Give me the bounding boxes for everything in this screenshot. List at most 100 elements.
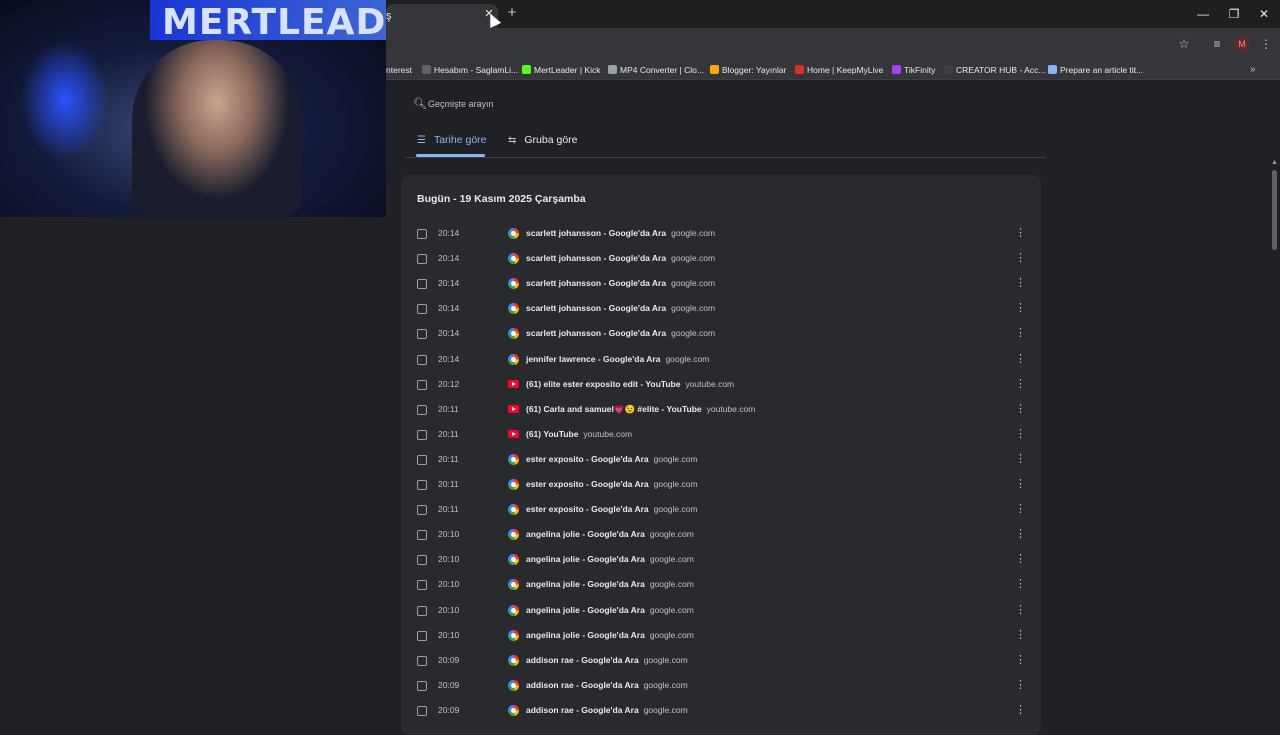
bookmark-item[interactable]: MertLeader | Kick [522,64,600,77]
row-menu-icon[interactable]: ⋮ [1015,276,1026,289]
row-checkbox[interactable] [417,254,427,265]
history-row[interactable]: 20:11 (61) Carla and samuel💗😉 #elite - Yo… [401,398,1041,423]
row-link[interactable]: addison rae - Google'da Ara google.com [526,655,688,665]
row-menu-icon[interactable]: ⋮ [1015,577,1026,590]
bookmark-item[interactable]: Hesabım - SaglamLi... [422,64,518,77]
row-checkbox[interactable] [417,505,427,516]
row-menu-icon[interactable]: ⋮ [1015,377,1026,390]
row-link[interactable]: scarlett johansson - Google'da Ara google… [526,253,715,263]
bookmark-item[interactable]: MP4 Converter | Clo... [608,64,704,77]
history-row[interactable]: 20:11 (61) YouTube youtube.com ⋮ [401,423,1041,448]
row-link[interactable]: scarlett johansson - Google'da Ara google… [526,228,715,238]
history-row[interactable]: 20:14 scarlett johansson - Google'da Ara g… [401,222,1041,247]
row-menu-icon[interactable]: ⋮ [1015,703,1026,716]
row-checkbox[interactable] [417,429,427,440]
row-link[interactable]: scarlett johansson - Google'da Ara google… [526,303,715,313]
row-checkbox[interactable] [417,354,427,365]
history-row[interactable]: 20:14 scarlett johansson - Google'da Ara g… [401,322,1041,347]
row-checkbox[interactable] [417,555,427,566]
row-link[interactable]: ester exposito - Google'da Ara google.com [526,504,698,514]
row-menu-icon[interactable]: ⋮ [1015,603,1026,616]
bookmark-item[interactable]: CREATOR HUB - Acc... [944,64,1045,77]
bookmarks-overflow-icon[interactable]: » [1250,64,1256,75]
history-row[interactable]: 20:12 (61) elite ester exposito edit - Yo… [401,373,1041,398]
row-checkbox[interactable] [417,680,427,691]
row-link[interactable]: angelina jolie - Google'da Ara google.com [526,579,694,589]
row-menu-icon[interactable]: ⋮ [1015,402,1026,415]
history-row[interactable]: 20:14 scarlett johansson - Google'da Ara g… [401,247,1041,272]
row-link[interactable]: (61) elite ester exposito edit - YouTube… [526,379,734,389]
row-menu-icon[interactable]: ⋮ [1015,477,1026,490]
row-checkbox[interactable] [417,304,427,315]
row-menu-icon[interactable]: ⋮ [1015,552,1026,565]
history-row[interactable]: 20:10 angelina jolie - Google'da Ara googl… [401,548,1041,573]
row-menu-icon[interactable]: ⋮ [1015,527,1026,540]
history-row[interactable]: 20:14 scarlett johansson - Google'da Ara g… [401,272,1041,297]
row-link[interactable]: angelina jolie - Google'da Ara google.com [526,605,694,615]
row-checkbox[interactable] [417,279,427,290]
row-checkbox[interactable] [417,580,427,591]
row-menu-icon[interactable]: ⋮ [1015,678,1026,691]
row-link[interactable]: addison rae - Google'da Ara google.com [526,680,688,690]
row-menu-icon[interactable]: ⋮ [1015,251,1026,264]
row-menu-icon[interactable]: ⋮ [1015,452,1026,465]
row-link[interactable]: jennifer lawrence - Google'da Ara google.… [526,354,709,364]
row-menu-icon[interactable]: ⋮ [1015,226,1026,239]
scrollbar-thumb[interactable] [1272,170,1277,250]
active-tab[interactable]: ş [386,4,498,28]
bookmark-item[interactable]: Prepare an article tit... [1048,64,1143,77]
row-checkbox[interactable] [417,605,427,616]
close-window-button[interactable]: ✕ [1256,6,1272,22]
row-link[interactable]: angelina jolie - Google'da Ara google.com [526,630,694,640]
row-menu-icon[interactable]: ⋮ [1015,301,1026,314]
row-checkbox[interactable] [417,379,427,390]
row-link[interactable]: (61) Carla and samuel💗😉 #elite - YouTube… [526,404,755,415]
profile-avatar[interactable]: M [1234,36,1250,52]
row-checkbox[interactable] [417,705,427,716]
new-tab-button[interactable]: + [505,5,519,20]
history-row[interactable]: 20:10 angelina jolie - Google'da Ara googl… [401,599,1041,624]
history-row[interactable]: 20:09 addison rae - Google'da Ara google.c… [401,649,1041,674]
minimize-button[interactable]: — [1195,6,1211,22]
row-link[interactable]: scarlett johansson - Google'da Ara google… [526,328,715,338]
row-checkbox[interactable] [417,454,427,465]
row-link[interactable]: addison rae - Google'da Ara google.com [526,705,688,715]
media-queue-icon[interactable]: ≡ [1210,37,1224,51]
tab-by-group[interactable]: ⇆ Gruba göre [508,133,578,148]
bookmark-star-icon[interactable]: ☆ [1177,37,1191,51]
history-row[interactable]: 20:10 angelina jolie - Google'da Ara googl… [401,573,1041,598]
history-row[interactable]: 20:10 angelina jolie - Google'da Ara googl… [401,523,1041,548]
maximize-button[interactable]: ❐ [1226,6,1242,22]
bookmark-item[interactable]: Blogger: Yayınlar [710,64,786,77]
history-row[interactable]: 20:11 ester exposito - Google'da Ara googl… [401,473,1041,498]
row-link[interactable]: ester exposito - Google'da Ara google.com [526,454,698,464]
history-row[interactable]: 20:11 ester exposito - Google'da Ara googl… [401,448,1041,473]
row-link[interactable]: angelina jolie - Google'da Ara google.com [526,529,694,539]
row-checkbox[interactable] [417,404,427,415]
row-menu-icon[interactable]: ⋮ [1015,653,1026,666]
row-menu-icon[interactable]: ⋮ [1015,502,1026,515]
row-link[interactable]: scarlett johansson - Google'da Ara google… [526,278,715,288]
row-link[interactable]: angelina jolie - Google'da Ara google.com [526,554,694,564]
row-menu-icon[interactable]: ⋮ [1015,352,1026,365]
row-checkbox[interactable] [417,329,427,340]
history-row[interactable]: 20:14 scarlett johansson - Google'da Ara g… [401,297,1041,322]
row-checkbox[interactable] [417,530,427,541]
row-menu-icon[interactable]: ⋮ [1015,628,1026,641]
history-row[interactable]: 20:14 jennifer lawrence - Google'da Ara go… [401,348,1041,373]
row-checkbox[interactable] [417,655,427,666]
bookmark-item[interactable]: nterest [386,64,412,77]
bookmark-item[interactable]: TikFinity [892,64,935,77]
row-menu-icon[interactable]: ⋮ [1015,326,1026,339]
row-link[interactable]: (61) YouTube youtube.com [526,429,632,439]
bookmark-item[interactable]: Home | KeepMyLive [795,64,883,77]
browser-menu-icon[interactable]: ⋮ [1259,37,1273,51]
row-checkbox[interactable] [417,630,427,641]
history-row[interactable]: 20:09 addison rae - Google'da Ara google.c… [401,674,1041,699]
history-row[interactable]: 20:10 angelina jolie - Google'da Ara googl… [401,624,1041,649]
history-row[interactable]: 20:09 addison rae - Google'da Ara google.c… [401,699,1041,724]
row-checkbox[interactable] [417,480,427,490]
history-row[interactable]: 20:11 ester exposito - Google'da Ara googl… [401,498,1041,523]
row-link[interactable]: ester exposito - Google'da Ara google.com [526,479,698,489]
scroll-up-icon[interactable]: ▲ [1271,159,1278,166]
